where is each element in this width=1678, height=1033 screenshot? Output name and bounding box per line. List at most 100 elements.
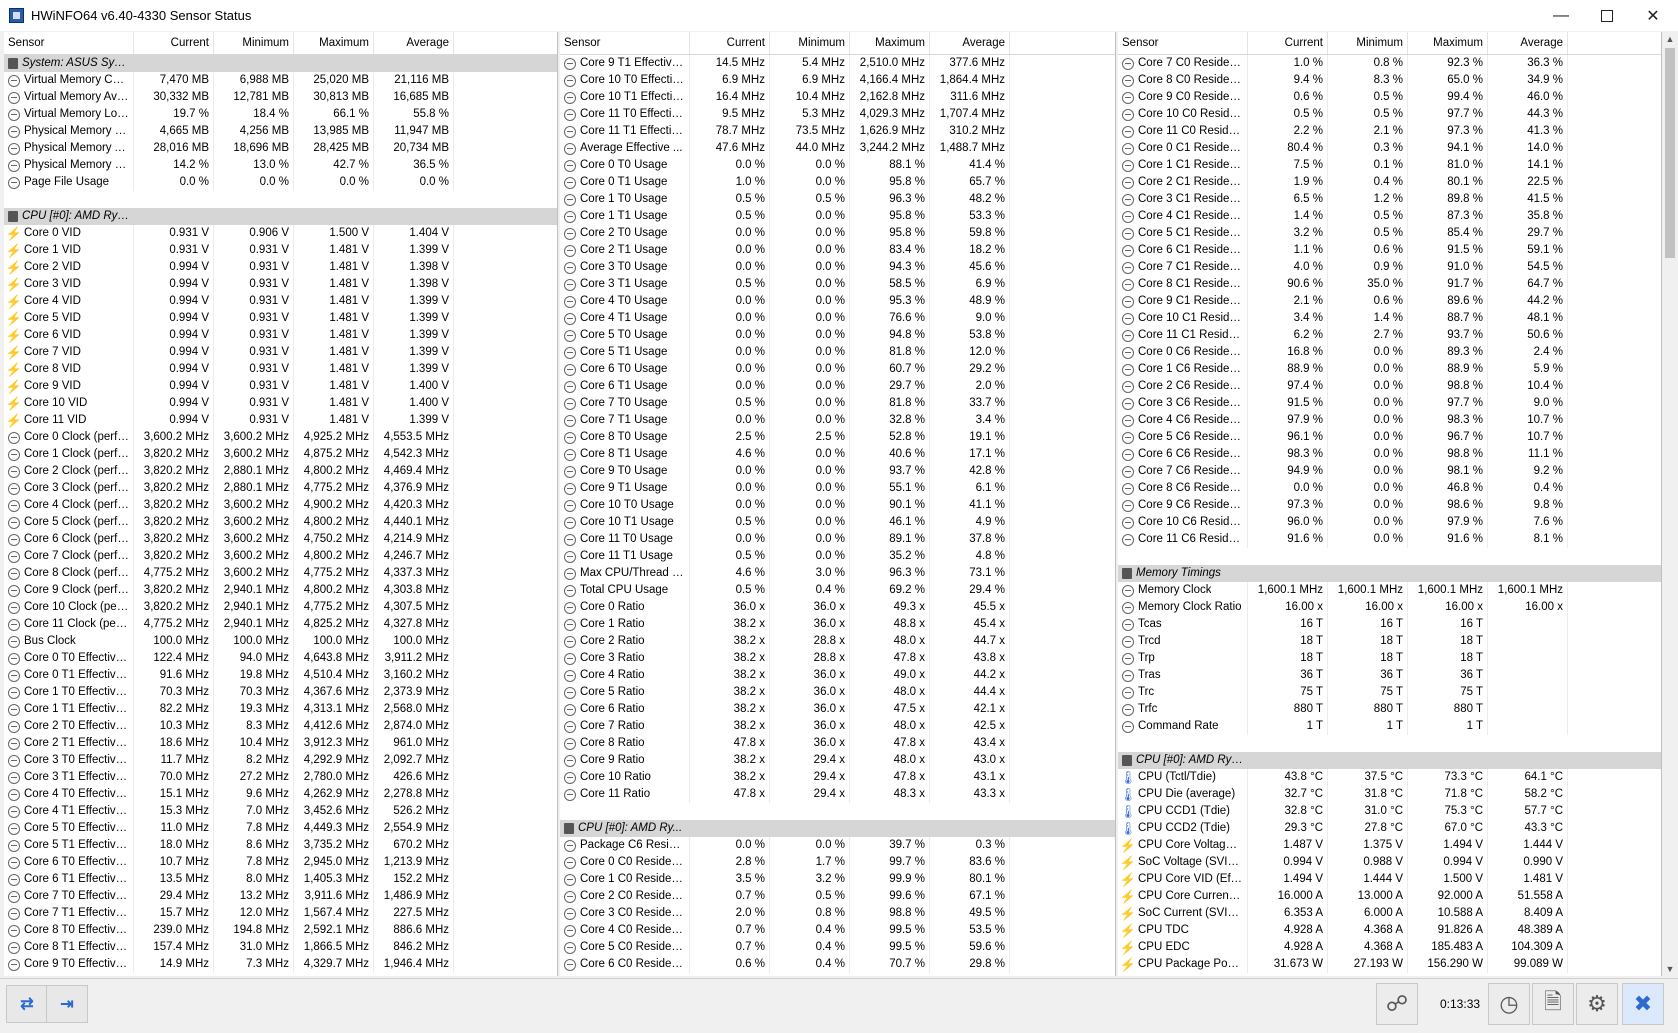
column-header-minimum[interactable]: Minimum bbox=[214, 32, 294, 54]
sensor-row[interactable]: Max CPU/Thread U... 4.6 % 3.0 % 96.3 % 73.1 … bbox=[560, 565, 1115, 582]
sensor-row[interactable]: Core 5 T1 Effective... 18.0 MHz 8.6 MHz 3,7… bbox=[4, 837, 557, 854]
sensor-row[interactable]: Core 4 T0 Usage 0.0 % 0.0 % 95.3 % 48.9 % bbox=[560, 293, 1115, 310]
sensor-row[interactable]: ⚡ Core 8 VID 0.994 V 0.931 V 1.481 V 1.399 V bbox=[4, 361, 557, 378]
sensor-row[interactable]: Virtual Memory Load 19.7 % 18.4 % 66.1 % 55.… bbox=[4, 106, 557, 123]
sensor-row[interactable]: Core 11 C1 Residency 6.2 % 2.7 % 93.7 % 50.6… bbox=[1118, 327, 1661, 344]
navigate-left-right-button[interactable]: ⇄ bbox=[6, 985, 48, 1023]
sensor-row[interactable]: Core 8 C0 Residency 9.4 % 8.3 % 65.0 % 34.9 … bbox=[1118, 72, 1661, 89]
navigate-collapse-button[interactable]: ⇥ bbox=[46, 985, 88, 1023]
sensor-row[interactable]: Core 4 T0 Effective... 15.1 MHz 9.6 MHz 4,2… bbox=[4, 786, 557, 803]
sensor-row[interactable]: Core 7 C6 Residency 94.9 % 0.0 % 98.1 % 9.2 … bbox=[1118, 463, 1661, 480]
sensor-row[interactable]: Core 10 T0 Usage 0.0 % 0.0 % 90.1 % 41.1 % bbox=[560, 497, 1115, 514]
sensor-row[interactable]: Core 4 Ratio 38.2 x 36.0 x 49.0 x 44.2 x bbox=[560, 667, 1115, 684]
sensor-row[interactable]: Command Rate 1 T1 T1 T bbox=[1118, 718, 1661, 735]
sensor-row[interactable]: Core 2 Clock (perf ... 3,820.2 MHz 2,880.1… bbox=[4, 463, 557, 480]
sensor-row[interactable]: Total CPU Usage 0.5 % 0.4 % 69.2 % 29.4 % bbox=[560, 582, 1115, 599]
scrollbar-thumb[interactable] bbox=[1665, 48, 1675, 258]
sensor-row[interactable]: Core 5 C1 Residency 3.2 % 0.5 % 85.4 % 29.7 … bbox=[1118, 225, 1661, 242]
sensor-row[interactable]: Core 2 T1 Usage 0.0 % 0.0 % 83.4 % 18.2 % bbox=[560, 242, 1115, 259]
sensor-row[interactable]: Core 2 T0 Effective... 10.3 MHz 8.3 MHz 4,4… bbox=[4, 718, 557, 735]
sensor-row[interactable]: Core 10 C1 Residency 3.4 % 1.4 % 88.7 % 48.1… bbox=[1118, 310, 1661, 327]
sensor-row[interactable]: ⚡ Core 9 VID 0.994 V 0.931 V 1.481 V 1.400 V bbox=[4, 378, 557, 395]
sensor-row[interactable]: Core 9 T0 Usage 0.0 % 0.0 % 93.7 % 42.8 % bbox=[560, 463, 1115, 480]
sensor-row[interactable]: Core 9 T1 Effective... 14.5 MHz 5.4 MHz 2,5… bbox=[560, 55, 1115, 72]
column-header-sensor[interactable]: Sensor bbox=[560, 32, 690, 54]
sensor-row[interactable]: Core 6 C1 Residency 1.1 % 0.6 % 91.5 % 59.1 … bbox=[1118, 242, 1661, 259]
sensor-row[interactable]: Core 6 T1 Effective... 13.5 MHz 8.0 MHz 1,4… bbox=[4, 871, 557, 888]
sensor-row[interactable]: Core 0 T0 Effective... 122.4 MHz 94.0 MHz 4… bbox=[4, 650, 557, 667]
sensor-row[interactable]: Physical Memory Load 14.2 % 13.0 % 42.7 % 36… bbox=[4, 157, 557, 174]
column-header-sensor[interactable]: Sensor bbox=[1118, 32, 1248, 54]
sensor-row[interactable]: Core 5 Ratio 38.2 x 36.0 x 48.0 x 44.4 x bbox=[560, 684, 1115, 701]
sensor-row[interactable]: 🌡 CPU CCD2 (Tdie) 29.3 °C 27.8 °C 67.0 °C 43.… bbox=[1118, 820, 1661, 837]
sensor-row[interactable]: Core 5 Clock (perf ... 3,820.2 MHz 3,600.2… bbox=[4, 514, 557, 531]
sensor-row[interactable]: Trfc 880 T 880 T 880 T bbox=[1118, 701, 1661, 718]
sensor-row[interactable]: Core 11 C6 Residency 91.6 % 0.0 % 91.6 % 8.1… bbox=[1118, 531, 1661, 548]
sensor-row[interactable]: ⚡CPU Package Power ...31.673 W27.193 W15… bbox=[1118, 956, 1661, 973]
sensor-row[interactable]: Core 3 T1 Effective... 70.0 MHz 27.2 MHz 2,… bbox=[4, 769, 557, 786]
sensor-row[interactable]: ⚡ Core 4 VID 0.994 V 0.931 V 1.481 V 1.399 V bbox=[4, 293, 557, 310]
sensor-row[interactable]: ⚡ Core 7 VID 0.994 V 0.931 V 1.481 V 1.399 V bbox=[4, 344, 557, 361]
sensor-row[interactable]: Core 9 T0 Effective... 14.9 MHz 7.3 MHz 4,3… bbox=[4, 956, 557, 973]
sensor-row[interactable]: Core 4 Clock (perf ... 3,820.2 MHz 3,600.2… bbox=[4, 497, 557, 514]
column-header-sensor[interactable]: Sensor bbox=[4, 32, 134, 54]
sensor-row[interactable]: ⚡CPU Core Voltage (S...1.487 V1.375 V1.4… bbox=[1118, 837, 1661, 854]
sensor-row[interactable]: Core 4 T1 Effective... 15.3 MHz 7.0 MHz 3,4… bbox=[4, 803, 557, 820]
sensor-row[interactable]: ⚡CPU Core Current (S...16.000 A13.000 A9… bbox=[1118, 888, 1661, 905]
sensor-row[interactable]: ⚡CPU Core VID (Effec...1.494 V1.444 V1.5… bbox=[1118, 871, 1661, 888]
sensor-group-header[interactable]: CPU [#0]: AMD Ryz... bbox=[4, 208, 557, 225]
sensor-row[interactable]: Core 7 C0 Residency 1.0 % 0.8 % 92.3 % 36.3 … bbox=[1118, 55, 1661, 72]
sensor-row[interactable]: Tras 36 T 36 T 36 T bbox=[1118, 667, 1661, 684]
maximize-button[interactable] bbox=[1584, 0, 1630, 31]
sensor-row[interactable]: Core 8 T1 Usage 4.6 % 0.0 % 40.6 % 17.1 % bbox=[560, 446, 1115, 463]
sensor-row[interactable]: Core 3 Clock (perf ... 3,820.2 MHz 2,880.1… bbox=[4, 480, 557, 497]
sensor-row[interactable]: Core 11 Ratio 47.8 x 29.4 x 48.3 x 43.3 x bbox=[560, 786, 1115, 803]
column-header-current[interactable]: Current bbox=[1248, 32, 1328, 54]
sensor-row[interactable]: Trcd 18 T 18 T 18 T bbox=[1118, 633, 1661, 650]
column-header-minimum[interactable]: Minimum bbox=[770, 32, 850, 54]
sensor-row[interactable]: Core 10 T0 Effectiv... 6.9 MHz 6.9 MHz 4,16… bbox=[560, 72, 1115, 89]
close-button[interactable]: ✕ bbox=[1630, 0, 1676, 31]
column-header-current[interactable]: Current bbox=[134, 32, 214, 54]
sensor-row[interactable]: Core 6 T1 Usage 0.0 % 0.0 % 29.7 % 2.0 % bbox=[560, 378, 1115, 395]
sensor-row[interactable]: 🌡 CPU Die (average) 32.7 °C 31.8 °C 71.8 °C 5… bbox=[1118, 786, 1661, 803]
sensor-row[interactable]: Core 8 T0 Effective... 239.0 MHz 194.8 MHz… bbox=[4, 922, 557, 939]
sensor-row[interactable]: ⚡ Core 3 VID 0.994 V 0.931 V 1.481 V 1.398 V bbox=[4, 276, 557, 293]
sensor-row[interactable]: 🌡 CPU (Tctl/Tdie) 43.8 °C 37.5 °C 73.3 °C 64.… bbox=[1118, 769, 1661, 786]
sensor-row[interactable]: Core 0 T1 Usage 1.0 % 0.0 % 95.8 % 65.7 % bbox=[560, 174, 1115, 191]
sensor-row[interactable]: ⚡ CPU TDC 4.928 A 4.368 A 91.826 A 48.389 A bbox=[1118, 922, 1661, 939]
sensor-row[interactable]: Core 6 T0 Effective... 10.7 MHz 7.8 MHz 2,9… bbox=[4, 854, 557, 871]
sensor-row[interactable]: Core 6 T0 Usage 0.0 % 0.0 % 60.7 % 29.2 % bbox=[560, 361, 1115, 378]
sensor-row[interactable]: Core 9 Ratio 38.2 x 29.4 x 48.0 x 43.0 x bbox=[560, 752, 1115, 769]
column-header-average[interactable]: Average bbox=[374, 32, 454, 54]
sensor-row[interactable]: Core 10 T1 Effectiv... 16.4 MHz 10.4 MHz 2,… bbox=[560, 89, 1115, 106]
sensor-row[interactable]: Core 1 Clock (perf ... 3,820.2 MHz 3,600.2… bbox=[4, 446, 557, 463]
sensor-row[interactable]: Core 1 C1 Residency 7.5 % 0.1 % 81.0 % 14.1 … bbox=[1118, 157, 1661, 174]
sensor-row[interactable]: Bus Clock 100.0 MHz 100.0 MHz 100.0 MHz 100.… bbox=[4, 633, 557, 650]
sensor-row[interactable]: Core 7 C1 Residency 4.0 % 0.9 % 91.0 % 54.5 … bbox=[1118, 259, 1661, 276]
sensor-row[interactable]: Core 2 C1 Residency 1.9 % 0.4 % 80.1 % 22.5 … bbox=[1118, 174, 1661, 191]
sensor-row[interactable]: Core 5 T0 Usage 0.0 % 0.0 % 94.8 % 53.8 % bbox=[560, 327, 1115, 344]
clock-reset-button[interactable]: ◷ bbox=[1488, 983, 1530, 1025]
sensor-row[interactable]: Virtual Memory Com... 7,470 MB 6,988 MB 25,… bbox=[4, 72, 557, 89]
sensor-row[interactable]: Core 3 C0 Residency 2.0 % 0.8 % 98.8 % 49.5 … bbox=[560, 905, 1115, 922]
close-sensors-button[interactable]: ✖ bbox=[1622, 983, 1664, 1025]
sensor-row[interactable]: Core 1 T1 Effective... 82.2 MHz 19.3 MHz 4,… bbox=[4, 701, 557, 718]
sensor-row[interactable]: Core 9 C1 Residency 2.1 % 0.6 % 89.6 % 44.2 … bbox=[1118, 293, 1661, 310]
sensor-row[interactable]: ⚡ Core 0 VID 0.931 V 0.906 V 1.500 V 1.404 V bbox=[4, 225, 557, 242]
sensor-row[interactable]: Core 9 Clock (perf ... 3,820.2 MHz 2,940.1… bbox=[4, 582, 557, 599]
sensor-row[interactable]: 🌡 CPU CCD1 (Tdie) 32.8 °C 31.0 °C 75.3 °C 57.… bbox=[1118, 803, 1661, 820]
sensor-row[interactable]: Core 10 Clock (perf ... 3,820.2 MHz 2,940.… bbox=[4, 599, 557, 616]
sensor-row[interactable]: Core 0 T1 Effective... 91.6 MHz 19.8 MHz 4,… bbox=[4, 667, 557, 684]
sensor-row[interactable]: ⚡ Core 2 VID 0.994 V 0.931 V 1.481 V 1.398 V bbox=[4, 259, 557, 276]
sensor-row[interactable]: Core 2 C6 Residency 97.4 % 0.0 % 98.8 % 10.4… bbox=[1118, 378, 1661, 395]
sensor-row[interactable]: Core 7 T1 Usage 0.0 % 0.0 % 32.8 % 3.4 % bbox=[560, 412, 1115, 429]
minimize-button[interactable]: — bbox=[1538, 0, 1584, 31]
sensor-row[interactable]: Trc 75 T 75 T 75 T bbox=[1118, 684, 1661, 701]
sensor-row[interactable]: Core 4 T1 Usage 0.0 % 0.0 % 76.6 % 9.0 % bbox=[560, 310, 1115, 327]
sensor-row[interactable]: Average Effective ... 47.6 MHz 44.0 MHz 3,2… bbox=[560, 140, 1115, 157]
sensor-row[interactable]: Core 2 C0 Residency 0.7 % 0.5 % 99.6 % 67.1 … bbox=[560, 888, 1115, 905]
sensor-row[interactable]: Core 1 T0 Effective... 70.3 MHz 70.3 MHz 4,… bbox=[4, 684, 557, 701]
sensor-row[interactable]: Core 8 T1 Effective... 157.4 MHz 31.0 MHz 1… bbox=[4, 939, 557, 956]
sensor-row[interactable]: Core 3 C1 Residency 6.5 % 1.2 % 89.8 % 41.5 … bbox=[1118, 191, 1661, 208]
